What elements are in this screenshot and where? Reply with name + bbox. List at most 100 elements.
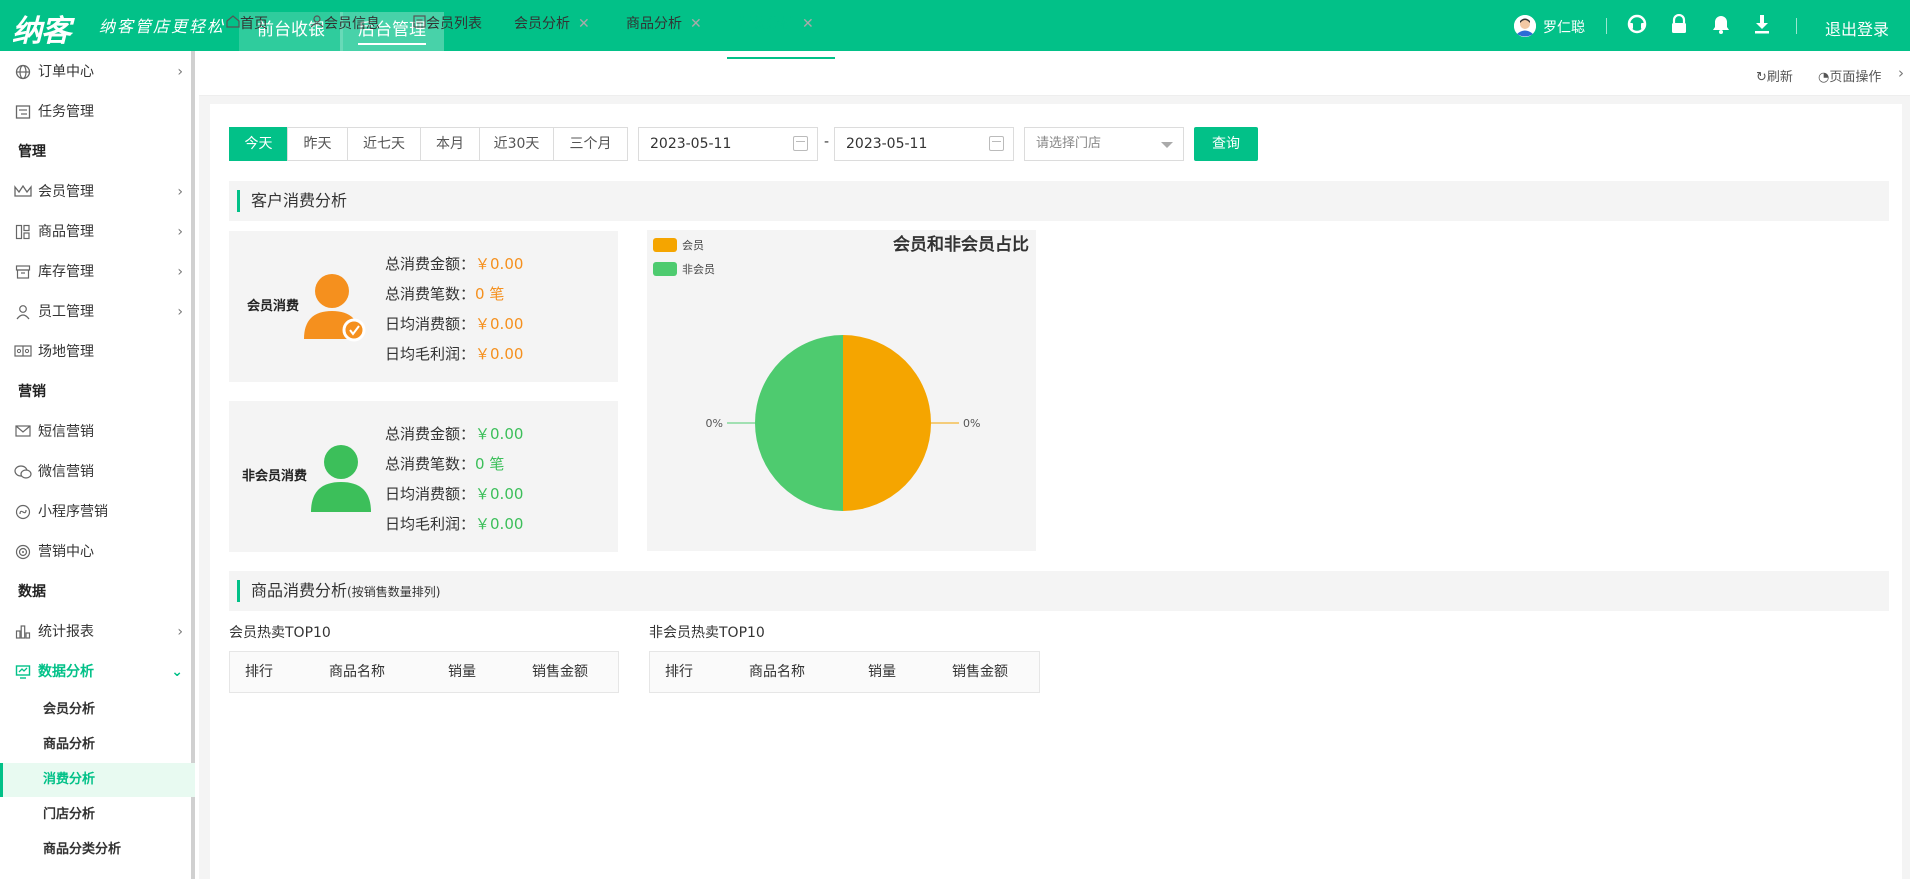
sidebar-sub-goods-analysis[interactable]: 商品分析 (0, 728, 195, 762)
sidebar-item-orders[interactable]: 订单中心 › (0, 54, 195, 90)
list-icon (413, 15, 426, 32)
legend-label[interactable]: 非会员 (682, 263, 715, 276)
sidebar-item-marketing-center[interactable]: 营销中心 (0, 534, 195, 570)
tab-consumption-analysis[interactable]: 消费分析 ✕ (727, 14, 835, 59)
column-header[interactable]: 销量 (868, 652, 896, 692)
mail-icon (14, 424, 32, 440)
query-button[interactable]: 查询 (1194, 127, 1258, 161)
sidebar-sub-consumption-analysis[interactable]: 消费分析 (0, 763, 195, 797)
sidebar-item-label: 商品管理 (38, 224, 94, 240)
refresh-button[interactable]: ↻刷新 (1756, 66, 1793, 85)
column-header[interactable]: 销售金额 (952, 652, 1008, 692)
member-card: 会员消费 总消费金额：￥0.00 总消费笔数：0 笔 日均消费额：￥0.00 日… (229, 231, 618, 382)
chevron-right-icon: › (177, 624, 183, 640)
crown-icon (14, 184, 32, 200)
column-header[interactable]: 销售金额 (532, 652, 588, 692)
miniapp-icon (14, 504, 32, 520)
service-icon[interactable] (1626, 14, 1648, 36)
section-subtitle: (按销售数量排列) (347, 585, 441, 599)
pie-slice-nonmember[interactable] (755, 335, 843, 511)
sidebar-item-data-analysis[interactable]: 数据分析 ⌄ (0, 654, 195, 690)
column-header[interactable]: 商品名称 (749, 652, 805, 692)
page-ops-icon: ◔ (1818, 70, 1830, 85)
chevron-right-icon[interactable]: › (1898, 64, 1904, 82)
calendar-icon (793, 136, 808, 151)
tab-goods-analysis[interactable]: 商品分析 ✕ (626, 14, 702, 44)
pie-slice-member[interactable] (843, 335, 931, 511)
range-30days[interactable]: 近30天 (479, 127, 554, 161)
bell-icon[interactable] (1710, 14, 1732, 36)
logout-button[interactable]: 退出登录 (1825, 16, 1889, 40)
box-icon (14, 264, 32, 280)
end-date-input[interactable]: 2023-05-11 (834, 127, 1014, 161)
caret-down-icon (1161, 142, 1173, 148)
monitor-icon (14, 664, 32, 680)
column-header[interactable]: 排行 (665, 652, 693, 692)
user-name[interactable]: 罗仁聪 (1543, 17, 1585, 37)
close-icon[interactable]: ✕ (802, 16, 814, 32)
sidebar-item-label: 营销中心 (38, 544, 94, 560)
column-header[interactable]: 排行 (245, 652, 273, 692)
sidebar-item-reports[interactable]: 统计报表 › (0, 614, 195, 650)
store-select[interactable]: 请选择门店 (1024, 127, 1184, 161)
chevron-right-icon: › (177, 304, 183, 320)
legend-label[interactable]: 会员 (682, 239, 704, 252)
sidebar-item-label: 统计报表 (38, 624, 94, 640)
sidebar-item-venue[interactable]: 场地管理 (0, 334, 195, 370)
sidebar-item-goods[interactable]: 商品管理 › (0, 214, 195, 250)
member-person-icon (304, 271, 366, 347)
pie-chart: 会员和非会员占比 0% 0% 会员非会员 (653, 234, 1029, 511)
date-separator: - (824, 134, 830, 150)
sidebar-item-miniapp[interactable]: 小程序营销 (0, 494, 195, 530)
stat-row: 日均毛利润：￥0.00 (385, 515, 524, 533)
avatar[interactable] (1514, 15, 1536, 37)
tab-member-list[interactable]: 会员列表 (413, 14, 482, 44)
lock-icon[interactable] (1668, 13, 1690, 36)
target-icon (14, 544, 32, 560)
range-month[interactable]: 本月 (420, 127, 480, 161)
tab-home[interactable]: 首页 (226, 14, 268, 44)
wechat-icon (14, 464, 32, 480)
close-icon[interactable]: ✕ (578, 16, 590, 32)
member-top10-title: 会员热卖TOP10 (229, 625, 331, 641)
refresh-icon: ↻ (1756, 70, 1767, 85)
sidebar-item-inventory[interactable]: 库存管理 › (0, 254, 195, 290)
legend-swatch[interactable] (653, 238, 677, 252)
range-yesterday[interactable]: 昨天 (287, 127, 348, 161)
sidebar-item-staff[interactable]: 员工管理 › (0, 294, 195, 330)
nonmember-card: 非会员消费 总消费金额：￥0.00 总消费笔数：0 笔 日均消费额：￥0.00 … (229, 401, 618, 552)
sidebar-sub-store-analysis[interactable]: 门店分析 (0, 798, 195, 832)
column-header[interactable]: 商品名称 (329, 652, 385, 692)
range-today[interactable]: 今天 (229, 127, 288, 161)
column-header[interactable]: 销量 (448, 652, 476, 692)
sidebar-item-tasks[interactable]: 任务管理 (0, 94, 195, 130)
sidebar-item-label: 小程序营销 (38, 504, 108, 520)
pie-chart-panel: 会员和非会员占比 0% 0% 会员 非会员 (647, 230, 1036, 551)
range-3months[interactable]: 三个月 (553, 127, 628, 161)
tab-member-info[interactable]: 会员信息 (310, 14, 380, 44)
pie-data-label: 0% (963, 417, 980, 430)
person-icon (14, 304, 32, 320)
stat-row: 总消费笔数：0 笔 (385, 455, 505, 473)
start-date-input[interactable]: 2023-05-11 (638, 127, 818, 161)
sidebar-group-data: 数据 (18, 584, 46, 600)
tab-bar (199, 51, 1910, 96)
sidebar-item-wechat[interactable]: 微信营销 (0, 454, 195, 490)
download-icon[interactable] (1751, 14, 1773, 36)
sidebar-item-label: 员工管理 (38, 304, 94, 320)
legend-swatch[interactable] (653, 262, 677, 276)
pie-data-label: 0% (706, 417, 723, 430)
globe-icon (14, 64, 32, 80)
page-operations-button[interactable]: ◔页面操作 (1818, 66, 1881, 85)
range-7days[interactable]: 近七天 (347, 127, 421, 161)
sidebar-sub-category-analysis[interactable]: 商品分类分析 (0, 833, 195, 867)
sidebar-sub-member-analysis[interactable]: 会员分析 (0, 693, 195, 727)
nonmember-card-title: 非会员消费 (242, 469, 308, 484)
sidebar-item-members[interactable]: 会员管理 › (0, 174, 195, 210)
sidebar-item-sms[interactable]: 短信营销 (0, 414, 195, 450)
close-icon[interactable]: ✕ (690, 16, 702, 32)
chevron-right-icon: › (177, 224, 183, 240)
user-icon (310, 15, 324, 32)
tab-member-analysis[interactable]: 会员分析 ✕ (514, 14, 590, 44)
home-icon (226, 15, 240, 32)
